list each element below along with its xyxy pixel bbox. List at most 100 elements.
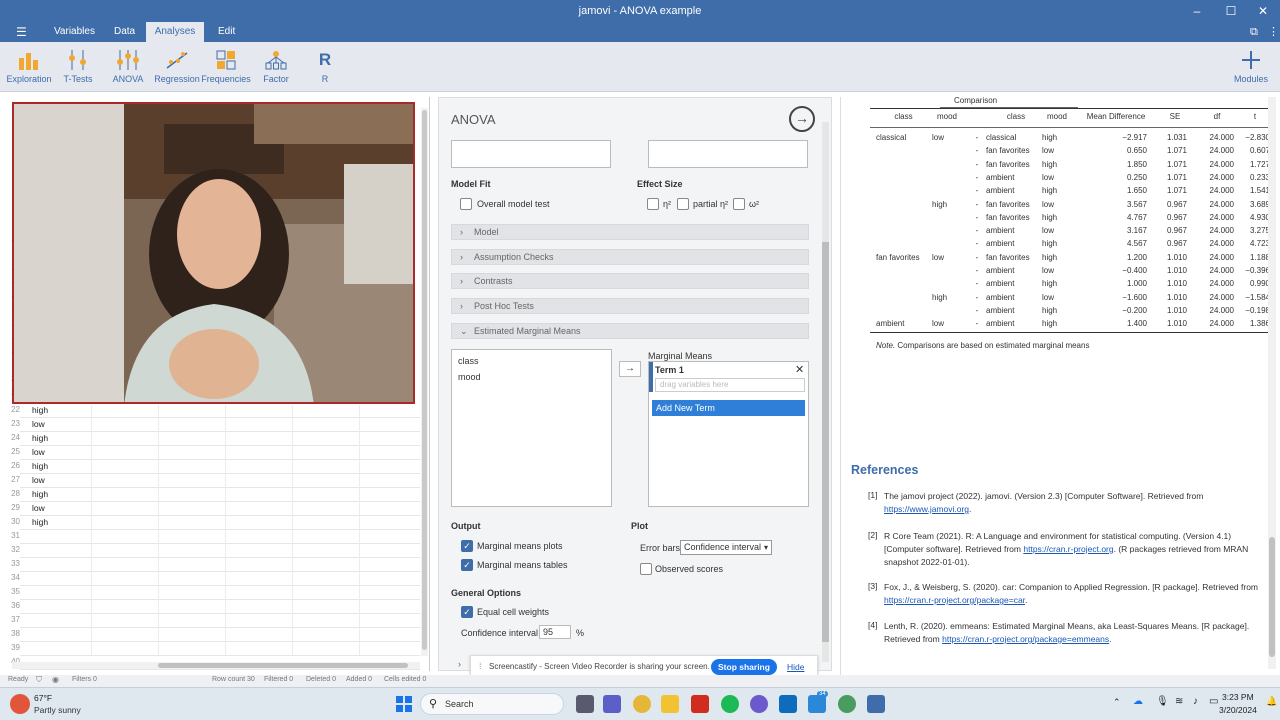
chrome-icon[interactable] [633,695,651,713]
section-contrasts[interactable]: › Contrasts [451,273,809,289]
table-cell[interactable]: low [32,419,45,429]
table-cell[interactable]: low [32,447,45,457]
tab-analyses[interactable]: Analyses [146,22,204,42]
weather-description[interactable]: Partly sunny [34,705,81,715]
omega-squared-checkbox[interactable] [733,198,745,210]
taskbar-search-box[interactable]: ⚲ Search [420,693,564,715]
reference-link[interactable]: https://cran.r-project.org/package=emmea… [942,634,1109,644]
results-scrollbar-thumb[interactable] [1269,537,1275,657]
tab-edit[interactable]: Edit [210,22,243,42]
ribbon-r-button[interactable]: R R [300,50,350,84]
term-drop-zone[interactable]: drag variables here [655,378,805,392]
reference-link[interactable]: https://cran.r-project.org [1023,544,1113,554]
messaging-icon[interactable] [808,695,826,713]
add-new-term-button[interactable]: Add New Term [652,400,805,416]
chrome-profile-icon[interactable] [838,695,856,713]
wifi-icon[interactable]: ≋ [1175,696,1183,707]
spotify-icon[interactable] [721,695,739,713]
filter-icon[interactable]: ⛉ [36,675,42,685]
ribbon-frequencies-button[interactable]: Frequencies [201,50,251,84]
notifications-icon[interactable]: 🔔 [1266,696,1277,707]
table-cell[interactable]: low [32,503,45,513]
overall-model-test-checkbox[interactable] [460,198,472,210]
acrobat-icon[interactable] [691,695,709,713]
discord-icon[interactable] [750,695,768,713]
marginal-means-plots-checkbox[interactable]: ✓ [461,540,473,552]
eye-icon[interactable]: ◉ [52,675,59,684]
section-estimated-marginal-means[interactable]: ⌄ Estimated Marginal Means [451,323,809,339]
ribbon-factor-button[interactable]: Factor [251,50,301,84]
table-cell[interactable]: low [32,475,45,485]
ribbon-ttests-button[interactable]: T-Tests [53,50,103,84]
spreadsheet-vscrollbar-thumb[interactable] [422,110,427,650]
partial-eta-checkbox[interactable] [677,198,689,210]
table-cell[interactable]: high [32,461,48,471]
section-model[interactable]: › Model [451,224,809,240]
tab-variables[interactable]: Variables [46,22,103,42]
table-cell: low [1042,172,1055,182]
section-post-hoc-tests[interactable]: › Post Hoc Tests [451,298,809,314]
eta-squared-checkbox[interactable] [647,198,659,210]
marginal-means-box[interactable]: Term 1 ✕ drag variables here Add New Ter… [648,361,809,507]
battery-icon[interactable]: ▭ [1209,696,1218,707]
file-explorer-icon[interactable] [661,695,679,713]
jamovi-icon[interactable] [867,695,885,713]
outlook-icon[interactable] [779,695,797,713]
table-cell[interactable]: high [32,517,48,527]
error-bars-select[interactable]: Confidence interval ▾ [680,540,772,555]
ribbon-modules-button[interactable]: Modules [1226,50,1276,84]
minimize-button[interactable]: – [1180,0,1214,22]
maximize-button[interactable]: ☐ [1214,0,1248,22]
weather-temp[interactable]: 67°F [34,693,52,703]
reference-link[interactable]: https://www.jamovi.org [884,504,969,514]
table-cell[interactable]: high [32,433,48,443]
table-cell: low [1042,266,1055,275]
weather-icon[interactable] [10,694,30,714]
equal-cell-weights-checkbox[interactable]: ✓ [461,606,473,618]
ribbon-anova-button[interactable]: ANOVA [103,50,153,84]
go-arrow-icon[interactable]: → [789,106,815,132]
options-scrollbar-thumb[interactable] [822,242,829,642]
show-hidden-icons[interactable]: ⌃ [1113,697,1121,708]
table-cell: ambient [986,319,1015,329]
volume-icon[interactable]: ♪ [1193,696,1198,707]
more-options-icon[interactable]: ⋮ [1260,22,1280,42]
clock-date[interactable]: 3/20/2024 [1219,705,1257,715]
hide-banner-link[interactable]: Hide [787,662,804,672]
marginal-means-tables-checkbox[interactable]: ✓ [461,559,473,571]
stop-sharing-button[interactable]: Stop sharing [711,659,777,675]
variable-box-left[interactable] [451,140,611,168]
variable-item-mood[interactable]: mood [458,372,481,382]
ribbon-regression-button[interactable]: Regression [152,50,202,84]
reference-link[interactable]: https://cran.r-project.org/package=car [884,595,1025,605]
table-cell: 3.275 [1249,226,1270,236]
task-view-icon[interactable] [576,695,594,713]
teams-icon[interactable] [603,695,621,713]
close-window-button[interactable]: ✕ [1246,0,1280,22]
results-scrollbar[interactable] [1268,97,1276,669]
table-cell: high [1042,252,1058,262]
close-term-icon[interactable]: ✕ [795,363,804,376]
options-scrollbar[interactable] [822,122,829,662]
note-text: Comparisons are based on estimated margi… [897,341,1090,350]
observed-scores-checkbox[interactable] [640,563,652,575]
variable-box-right[interactable] [648,140,808,168]
clock-time[interactable]: 3:23 PM [1222,692,1254,702]
confidence-interval-input[interactable]: 95 [539,625,571,639]
ribbon-exploration-button[interactable]: Exploration [4,50,54,84]
tab-data[interactable]: Data [106,22,143,42]
table-cell[interactable]: high [32,489,48,499]
emm-variables-list[interactable]: class mood [451,349,612,507]
onedrive-icon[interactable]: ☁ [1133,696,1143,707]
table-cell[interactable]: high [32,405,48,415]
hamburger-menu-icon[interactable]: ☰ [8,22,35,42]
variable-item-class[interactable]: class [458,356,479,366]
collapsed-section-chevron-icon[interactable]: › [458,659,461,669]
table-cell: - [975,146,979,156]
section-assumption-checks[interactable]: › Assumption Checks [451,249,809,265]
spreadsheet-hscrollbar-thumb[interactable] [158,663,408,668]
drag-handle-icon[interactable]: ⁞ [479,661,482,671]
windows-start-icon[interactable] [396,696,412,712]
microphone-icon[interactable]: 🎙 [1156,696,1169,707]
move-right-arrow-icon[interactable]: → [619,361,641,377]
